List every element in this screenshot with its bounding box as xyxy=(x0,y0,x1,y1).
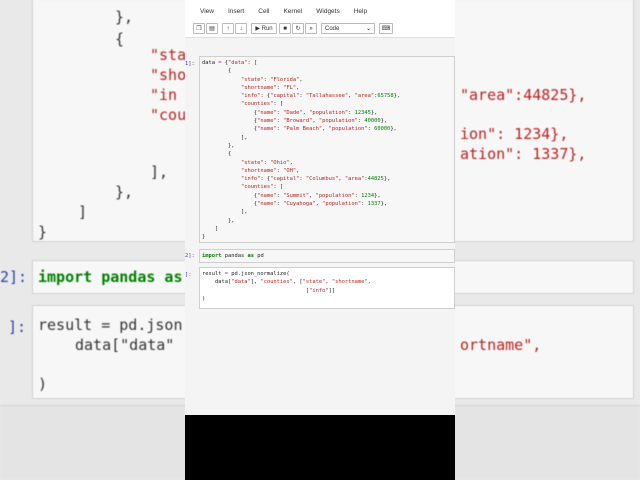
code-line: "state": "Ohio", xyxy=(240,159,293,166)
restart-icon: ↻ xyxy=(295,26,301,32)
code-block: data = {"data": [ { "state": "Florida", … xyxy=(200,57,454,244)
code-line: ["info"]] xyxy=(202,287,336,294)
black-bar xyxy=(185,415,455,480)
cell-prompt: ]: xyxy=(185,272,192,278)
code-line: "shortname": "OH", xyxy=(240,167,300,174)
bg-line-right: "area":44825}, xyxy=(460,86,587,104)
arrow-up-icon: ↑ xyxy=(226,26,230,32)
stop-button[interactable]: ■ xyxy=(279,23,291,34)
keyboard-icon: ⌨ xyxy=(381,26,391,32)
move-up-button[interactable]: ↑ xyxy=(222,23,234,34)
bg-line: }, xyxy=(115,8,134,26)
code-line: } xyxy=(202,234,206,241)
bg-import-line: import pandas as xyxy=(38,268,183,286)
bg-line-right: ation": 1337}, xyxy=(460,145,587,163)
bg-prompt: 2]: xyxy=(0,268,28,286)
menu-view[interactable]: View xyxy=(185,5,221,19)
code-block: result = pd.json_normalize( data["data"]… xyxy=(200,268,454,305)
restart-button[interactable]: ↻ xyxy=(292,23,304,34)
bg-line: ] xyxy=(78,203,88,221)
code-cell-import[interactable]: import pandas as pd xyxy=(199,249,455,263)
code-line: "counties": [ xyxy=(240,184,284,191)
code-line: ], xyxy=(202,134,248,141)
code-line: {"name": "Broward", "population": 40000}… xyxy=(202,118,388,125)
play-icon: ▶ xyxy=(255,26,260,32)
fast-forward-button[interactable]: » xyxy=(305,23,317,34)
paste-icon: ▤ xyxy=(209,26,215,32)
code-line: "info": {"capital": "Tallahassee", "area… xyxy=(240,93,401,100)
menu-help[interactable]: Help xyxy=(347,5,374,19)
code-cell-result[interactable]: result = pd.json_normalize( data["data"]… xyxy=(199,267,455,309)
run-label: Run xyxy=(261,26,273,32)
bg-prompt: ]: xyxy=(8,318,27,336)
paste-button[interactable]: ▤ xyxy=(206,23,218,34)
bg-line: { xyxy=(115,30,125,48)
code-line: {"name": "Palm Beach", "population": 600… xyxy=(202,126,397,133)
code-line: {"name": "Cuyahoga", "population": 1337}… xyxy=(202,201,388,208)
code-cell-data[interactable]: data = {"data": [ { "state": "Florida", … xyxy=(199,56,455,243)
bg-line: }, xyxy=(115,183,134,201)
code-line: ], xyxy=(202,209,248,216)
stop-icon: ■ xyxy=(283,26,287,32)
run-button[interactable]: ▶ Run xyxy=(251,23,277,34)
cell-prompt: 2]: xyxy=(185,253,195,259)
notebook-body: 1]: data = {"data": [ { "state": "Florid… xyxy=(185,38,455,415)
cell-prompt: 1]: xyxy=(185,61,195,67)
code-line: "shortname": "FL", xyxy=(240,84,300,91)
code-block: import pandas as pd xyxy=(200,250,454,262)
menu-widgets[interactable]: Widgets xyxy=(309,5,346,19)
code-line: ) xyxy=(202,295,206,302)
bg-line: } xyxy=(38,223,48,241)
code-line: }, xyxy=(202,142,235,149)
bg-line: "cou xyxy=(150,106,187,124)
code-line: }, xyxy=(202,217,235,224)
code-line: "state": "Florida", xyxy=(240,76,303,83)
fast-forward-icon: » xyxy=(309,26,313,32)
copy-button[interactable]: ❐ xyxy=(193,23,205,34)
arrow-down-icon: ↓ xyxy=(239,26,243,32)
code-line: "counties": [ xyxy=(240,101,284,108)
copy-icon: ❐ xyxy=(196,26,202,32)
menu-cell[interactable]: Cell xyxy=(251,5,276,19)
bg-result-line: ortname", xyxy=(460,336,542,354)
menu-insert[interactable]: Insert xyxy=(221,5,251,19)
code-line: data = {"data": [ xyxy=(202,60,258,66)
code-line: result = pd.json_normalize( xyxy=(202,271,290,277)
code-line: {"name": "Dade", "population": 12345}, xyxy=(202,109,378,116)
chevron-down-icon: ⌄ xyxy=(365,26,371,32)
keyboard-button[interactable]: ⌨ xyxy=(379,23,393,34)
code-line: { xyxy=(202,68,232,75)
cell-type-select[interactable]: Code ⌄ xyxy=(321,23,375,34)
toolbar: ❐ ▤ ↑ ↓ ▶ Run ■ ↻ » Code ⌄ ⌨ xyxy=(185,21,455,38)
code-line: ] xyxy=(202,225,219,232)
code-line: {"name": "Summit", "population": 1234}, xyxy=(202,192,381,199)
move-down-button[interactable]: ↓ xyxy=(235,23,247,34)
bg-result-line: ) xyxy=(38,375,48,393)
code-line: { xyxy=(202,151,232,158)
code-line: data["data"], "counties", ["state", "sho… xyxy=(202,279,371,286)
bg-result-line: data["data" xyxy=(75,336,175,354)
bg-line: ], xyxy=(150,163,169,181)
notebook-window: View Insert Cell Kernel Widgets Help ❐ ▤… xyxy=(185,0,455,415)
menu-kernel[interactable]: Kernel xyxy=(276,5,309,19)
cell-type-value: Code xyxy=(325,26,340,32)
code-line: import pandas as pd xyxy=(202,253,264,259)
code-line: "info": {"capital": "Columbus", "area":4… xyxy=(240,176,391,183)
menu-bar: View Insert Cell Kernel Widgets Help xyxy=(185,5,455,19)
